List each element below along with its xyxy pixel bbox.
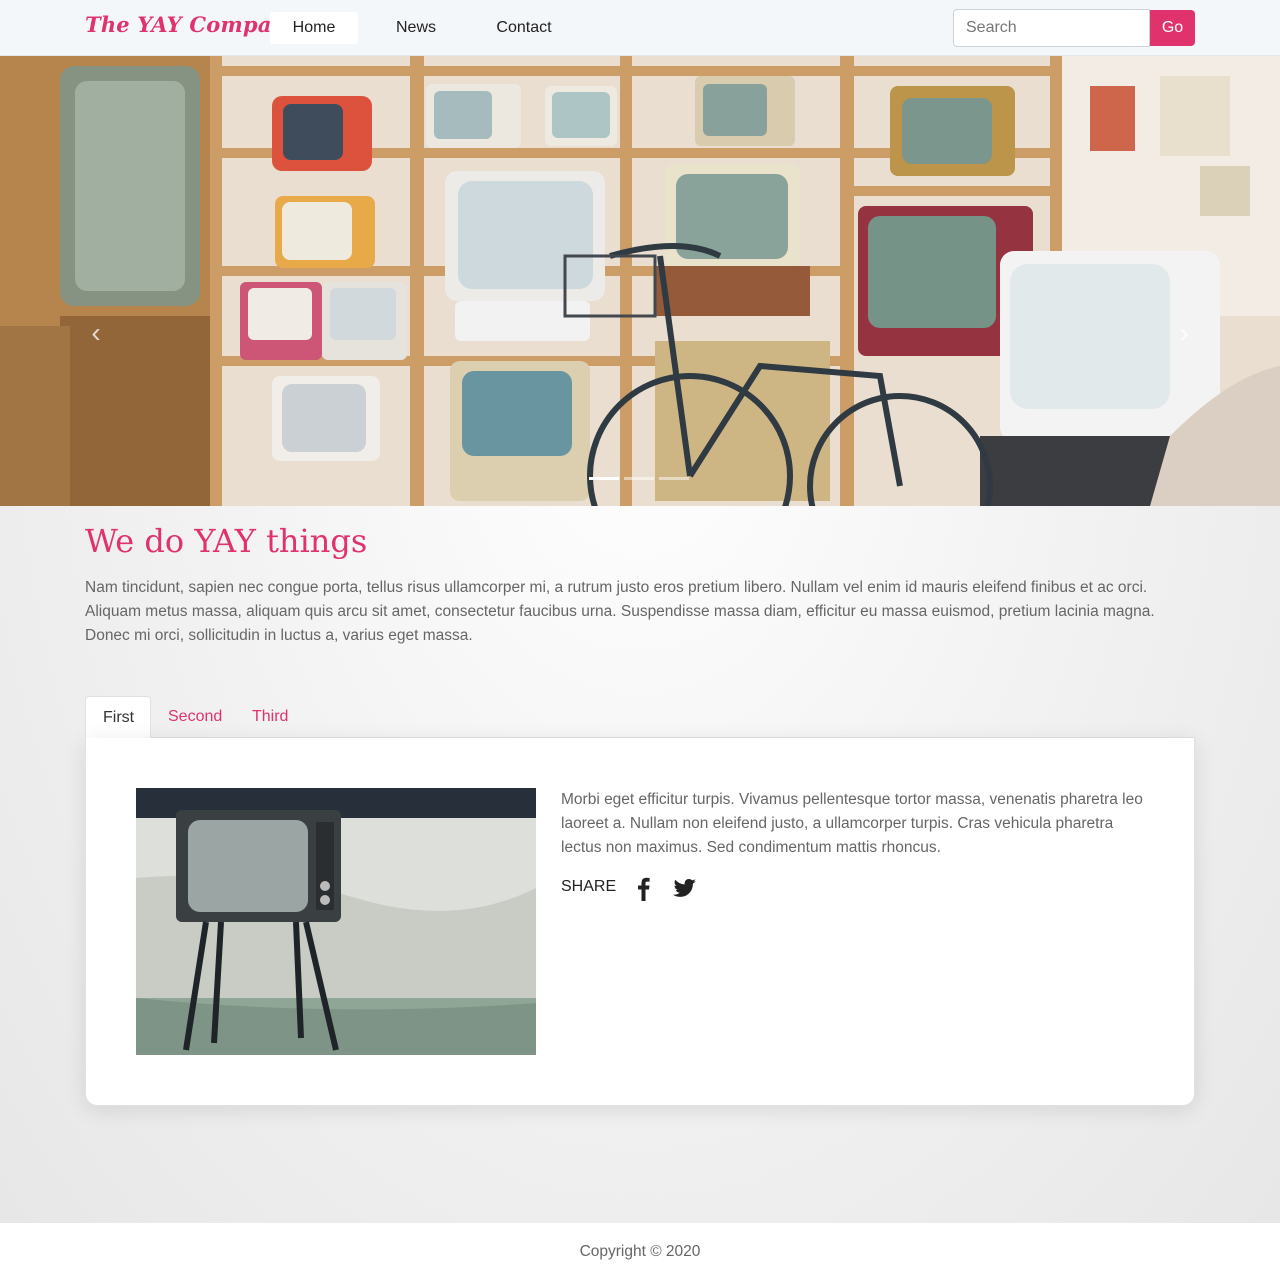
- chevron-left-icon[interactable]: ‹: [86, 318, 106, 348]
- copyright-text: Copyright © 2020: [579, 1243, 701, 1260]
- tab-panel: Morbi eget efficitur turpis. Vivamus pel…: [85, 738, 1195, 1106]
- carousel-indicator-3[interactable]: [659, 477, 689, 480]
- carousel-indicator-2[interactable]: [624, 477, 654, 480]
- tab-panel-text: Morbi eget efficitur turpis. Vivamus pel…: [561, 791, 1143, 856]
- nav-contact[interactable]: Contact: [480, 12, 568, 44]
- search-go-button[interactable]: Go: [1150, 10, 1195, 46]
- carousel-indicator-1[interactable]: [589, 477, 619, 480]
- hero-carousel: ‹ ›: [0, 56, 1280, 506]
- search-input[interactable]: [953, 9, 1150, 47]
- share-label: SHARE: [561, 878, 617, 895]
- hero-image: [0, 56, 1280, 506]
- tab-third[interactable]: Third: [235, 696, 305, 738]
- footer: Copyright © 2020: [0, 1223, 1280, 1280]
- twitter-icon[interactable]: [672, 875, 698, 901]
- page-title: We do YAY things: [85, 522, 368, 560]
- facebook-icon[interactable]: [631, 875, 657, 901]
- tv-image: [136, 788, 536, 1055]
- tab-first[interactable]: First: [85, 696, 151, 738]
- tab-second[interactable]: Second: [151, 696, 239, 738]
- nav-home[interactable]: Home: [270, 12, 358, 44]
- nav-news[interactable]: News: [372, 12, 460, 44]
- intro-paragraph: Nam tincidunt, sapien nec congue porta, …: [85, 579, 1155, 644]
- chevron-right-icon[interactable]: ›: [1174, 318, 1194, 348]
- brand-logo[interactable]: The YAY Company: [85, 12, 299, 37]
- navbar: The YAY Company Home News Contact Go: [0, 0, 1280, 56]
